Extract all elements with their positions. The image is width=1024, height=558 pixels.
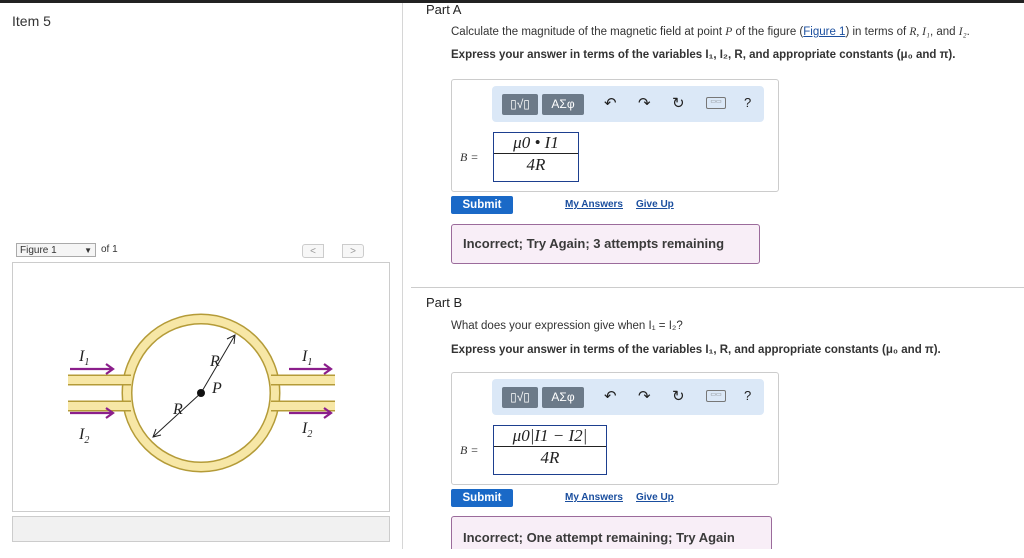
item-title: Item 5 <box>12 13 51 29</box>
label-i2-right: I2 <box>301 420 312 440</box>
part-b-title: Part B <box>426 295 463 310</box>
part-a-answer-box: ▯√▯ ΑΣφ ↶ ↷ ↻ ▭▭ ? B = μ0 • I1 4R <box>451 79 779 192</box>
redo-icon[interactable]: ↷ <box>638 94 651 114</box>
label-p: P <box>211 380 222 397</box>
keyboard-icon[interactable]: ▭▭ <box>706 97 726 109</box>
part-b-answer-box: ▯√▯ ΑΣφ ↶ ↷ ↻ ▭▭ ? B = μ0|I1 − I2| 4R <box>451 372 779 485</box>
part-a-feedback: Incorrect; Try Again; 3 attempts remaini… <box>451 224 760 264</box>
figure-link[interactable]: Figure 1 <box>803 26 845 38</box>
figure-diagram: I1 I2 I1 I2 R P R <box>68 313 335 473</box>
part-a-my-answers-link[interactable]: My Answers <box>565 199 623 210</box>
help-icon[interactable]: ? <box>744 388 751 403</box>
label-i1-left: I1 <box>78 348 89 368</box>
label-i2-left: I2 <box>78 426 89 446</box>
label-i1-right: I1 <box>301 348 312 368</box>
part-a-toolbar: ▯√▯ ΑΣφ ↶ ↷ ↻ ▭▭ ? <box>492 86 764 122</box>
figure-select[interactable]: Figure 1 ▼ <box>16 243 96 257</box>
figure-footer <box>12 516 390 542</box>
part-b-submit-button[interactable]: Submit <box>451 489 513 507</box>
panel-divider <box>402 3 403 549</box>
part-a-answer-input[interactable]: μ0 • I1 4R <box>493 132 579 182</box>
keyboard-icon[interactable]: ▭▭ <box>706 390 726 402</box>
answer-numerator: μ0 • I1 <box>494 133 578 154</box>
answer-numerator: μ0|I1 − I2| <box>494 426 606 447</box>
label-r-lower: R <box>172 401 183 418</box>
part-b-instructions: Express your answer in terms of the vari… <box>451 344 941 356</box>
reset-icon[interactable]: ↻ <box>672 387 685 407</box>
part-a-instructions: Express your answer in terms of the vari… <box>451 49 956 61</box>
label-r-upper: R <box>209 353 220 370</box>
part-b-my-answers-link[interactable]: My Answers <box>565 492 623 503</box>
answer-denominator: 4R <box>540 448 560 467</box>
undo-icon[interactable]: ↶ <box>604 387 617 407</box>
figure-frame: I1 I2 I1 I2 R P R <box>12 262 390 512</box>
b-label: B = <box>460 443 479 457</box>
figure-select-value: Figure 1 <box>20 245 57 256</box>
next-figure-button[interactable]: > <box>342 244 364 258</box>
figure-count: of 1 <box>101 244 118 255</box>
redo-icon[interactable]: ↷ <box>638 387 651 407</box>
templates-button[interactable]: ▯√▯ <box>502 387 538 408</box>
chevron-down-icon: ▼ <box>84 246 92 255</box>
radius-arrows <box>152 334 236 438</box>
part-a-submit-button[interactable]: Submit <box>451 196 513 214</box>
part-a-give-up-link[interactable]: Give Up <box>636 199 674 210</box>
greek-symbols-button[interactable]: ΑΣφ <box>542 387 584 408</box>
part-separator <box>411 287 1024 288</box>
part-b-toolbar: ▯√▯ ΑΣφ ↶ ↷ ↻ ▭▭ ? <box>492 379 764 415</box>
part-a-question: Calculate the magnitude of the magnetic … <box>451 26 970 38</box>
prev-figure-button[interactable]: < <box>302 244 324 258</box>
part-b-feedback: Incorrect; One attempt remaining; Try Ag… <box>451 516 772 549</box>
help-icon[interactable]: ? <box>744 95 751 110</box>
undo-icon[interactable]: ↶ <box>604 94 617 114</box>
part-b-question: What does your expression give when I₁ =… <box>451 320 683 332</box>
greek-symbols-button[interactable]: ΑΣφ <box>542 94 584 115</box>
part-a-title: Part A <box>426 2 462 17</box>
point-p <box>197 389 205 397</box>
part-b-answer-input[interactable]: μ0|I1 − I2| 4R <box>493 425 607 475</box>
b-label: B = <box>460 150 479 164</box>
part-b-give-up-link[interactable]: Give Up <box>636 492 674 503</box>
reset-icon[interactable]: ↻ <box>672 94 685 114</box>
answer-denominator: 4R <box>526 155 546 174</box>
templates-button[interactable]: ▯√▯ <box>502 94 538 115</box>
